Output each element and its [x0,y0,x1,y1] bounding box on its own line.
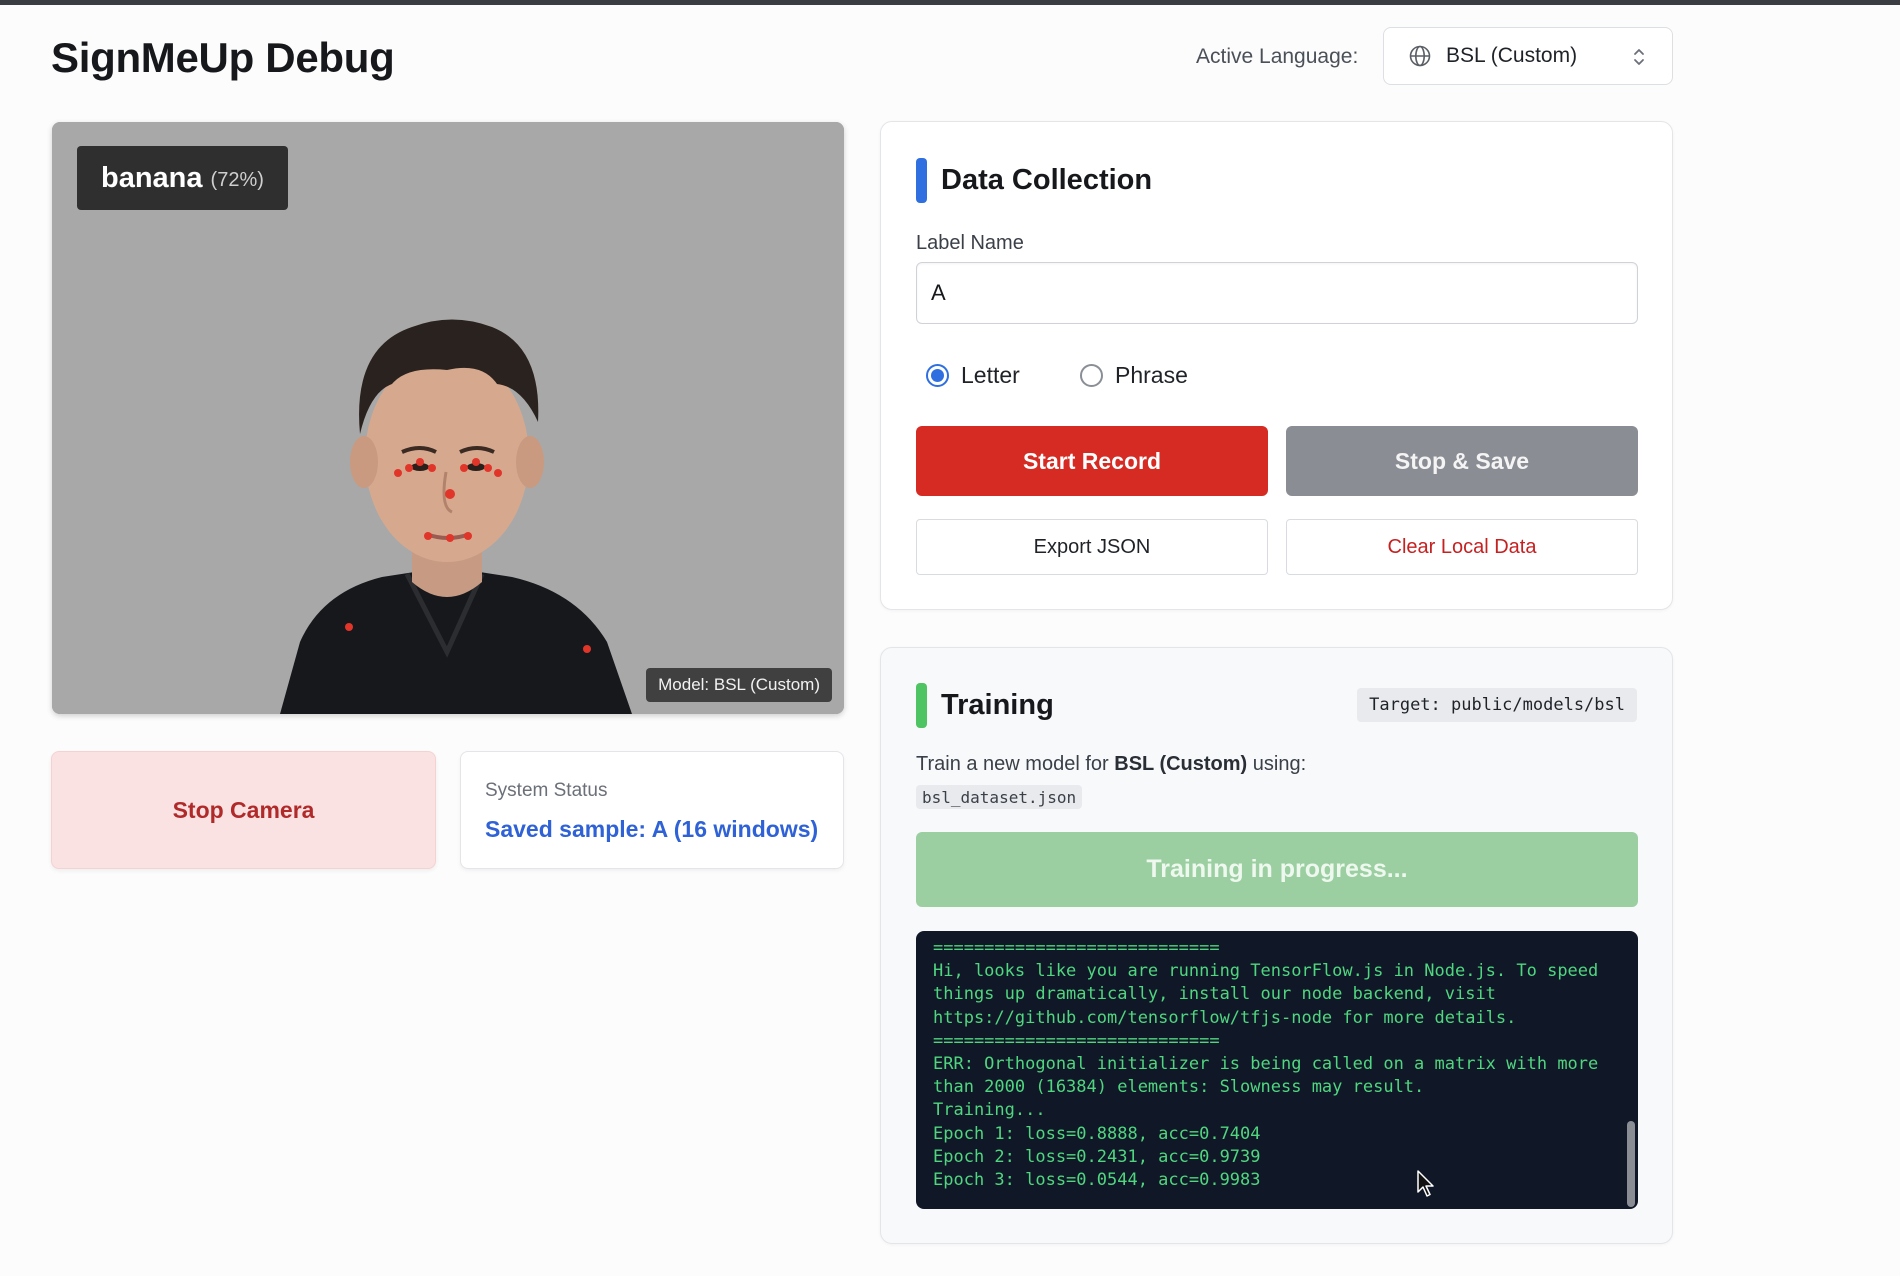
dataset-filename: bsl_dataset.json [916,785,1083,809]
radio-phrase[interactable]: Phrase [1080,362,1188,389]
data-collection-panel: Data Collection Label Name Letter Phrase… [880,121,1673,610]
language-label: Active Language: [1196,45,1359,68]
training-description: Train a new model for BSL (Custom) using… [916,753,1306,776]
page-title: SignMeUp Debug [51,34,395,81]
clear-local-data-button[interactable]: Clear Local Data [1286,519,1638,575]
camera-feed: banana (72%) Model: BSL (Custom) [52,122,844,714]
console-line: Hi, looks like you are running TensorFlo… [933,961,1599,982]
console-line: things up dramatically, install our node… [933,984,1496,1005]
training-console[interactable]: ============================ Hi, looks l… [916,931,1638,1209]
chevron-updown-icon [1634,49,1644,65]
target-path-tag: Target: public/models/bsl [1357,688,1637,722]
language-select-value: BSL (Custom) [1446,44,1578,67]
system-status-card: System Status Saved sample: A (16 window… [460,751,844,869]
mouse-cursor-icon [1417,1170,1434,1197]
prediction-confidence: (72%) [210,169,264,191]
console-line: Epoch 1: loss=0.8888, acc=0.7404 [933,1123,1261,1144]
radio-letter-label: Letter [961,362,1020,388]
console-line: ============================ [933,1030,1220,1051]
training-desc-suffix: using: [1252,753,1307,775]
language-select[interactable]: BSL (Custom) [1383,27,1673,85]
model-tag: Model: BSL (Custom) [646,668,832,702]
start-record-button[interactable]: Start Record [916,426,1268,496]
radio-letter-indicator[interactable] [926,364,949,387]
prediction-badge: banana (72%) [77,146,288,210]
label-name-label: Label Name [916,232,1024,254]
section-accent-bar [916,158,927,203]
radio-phrase-indicator[interactable] [1080,364,1103,387]
prediction-word: banana [101,161,203,194]
console-line: https://github.com/tensorflow/tfjs-node … [933,1007,1517,1028]
stop-camera-button[interactable]: Stop Camera [51,751,436,869]
console-line: than 2000 (16384) elements: Slowness may… [933,1077,1425,1098]
data-collection-header: Data Collection [916,158,1152,203]
training-panel: Training Target: public/models/bsl Train… [880,647,1673,1244]
training-header: Training [916,683,1054,728]
system-status-label: System Status [485,780,608,801]
export-json-button[interactable]: Export JSON [916,519,1268,575]
stop-save-button[interactable]: Stop & Save [1286,426,1638,496]
section-accent-bar [916,683,927,728]
training-desc-language: BSL (Custom) [1114,753,1248,775]
console-line: Epoch 3: loss=0.0544, acc=0.9983 [933,1170,1261,1191]
globe-icon [1409,45,1431,67]
console-scrollbar[interactable] [1627,1121,1635,1207]
training-desc-prefix: Train a new model for [916,753,1109,775]
console-line: Epoch 2: loss=0.2431, acc=0.9739 [933,1146,1261,1167]
training-title: Training [941,689,1054,721]
training-progress-button[interactable]: Training in progress... [916,832,1638,907]
console-line: Training... [933,1100,1046,1121]
camera-video-frame [52,122,844,714]
console-line: ============================ [933,938,1220,958]
console-line: ERR: Orthogonal initializer is being cal… [933,1054,1599,1075]
radio-letter[interactable]: Letter [926,362,1020,389]
data-collection-title: Data Collection [941,164,1153,196]
top-border [0,0,1900,5]
label-name-input[interactable] [916,262,1638,324]
system-status-value: Saved sample: A (16 windows) [485,816,819,842]
radio-phrase-label: Phrase [1115,362,1188,388]
